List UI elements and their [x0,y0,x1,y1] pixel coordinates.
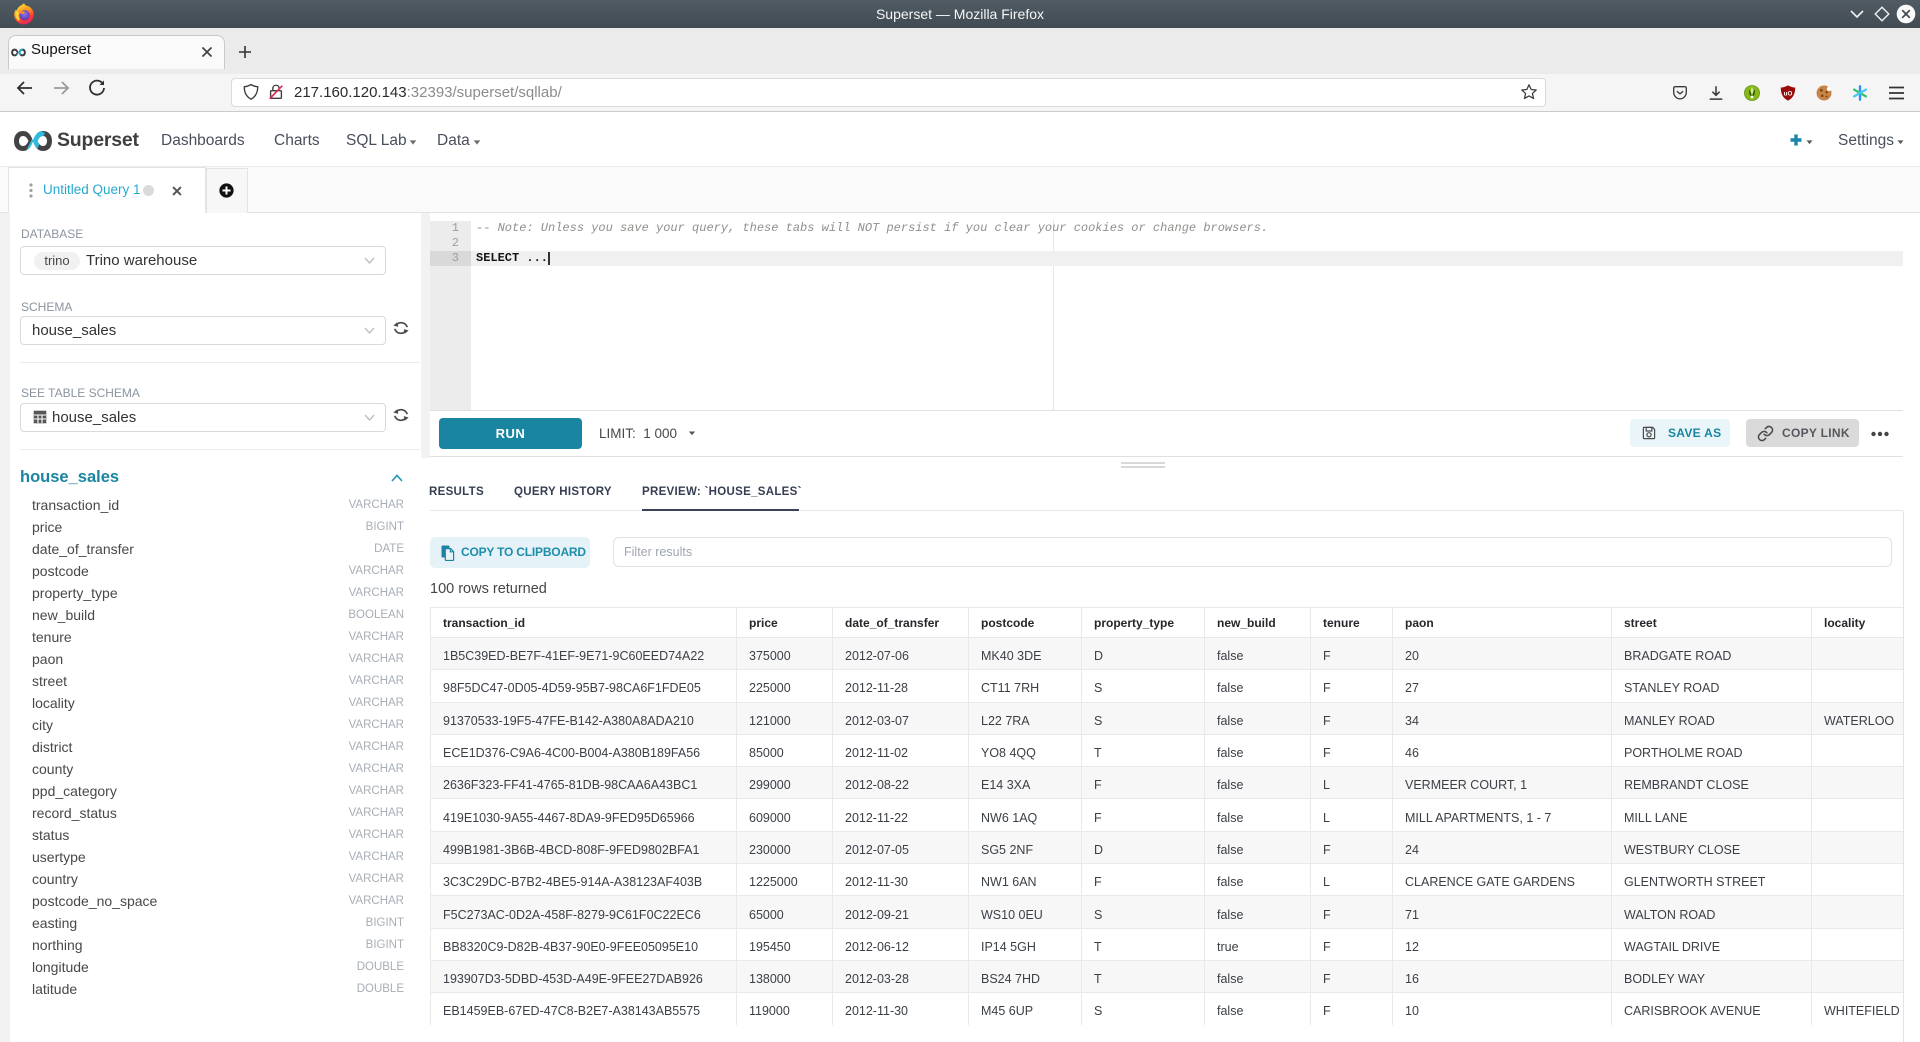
svg-text:uO: uO [1784,90,1793,97]
